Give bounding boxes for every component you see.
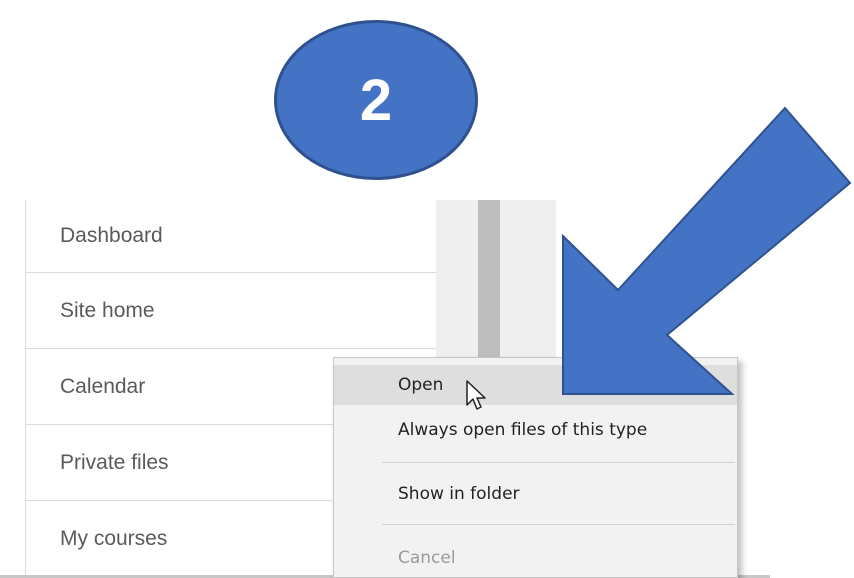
mouse-pointer-icon bbox=[466, 380, 486, 410]
menu-item-always-open[interactable]: Always open files of this type bbox=[334, 420, 737, 440]
nav-item-site-home[interactable]: Site home bbox=[26, 273, 437, 349]
nav-item-label: My courses bbox=[60, 526, 168, 550]
scrollbar-thumb[interactable] bbox=[478, 200, 500, 360]
nav-item-label: Site home bbox=[60, 298, 155, 322]
nav-item-label: Calendar bbox=[60, 374, 146, 398]
menu-item-open[interactable]: Open bbox=[334, 365, 737, 405]
nav-item-dashboard[interactable]: Dashboard bbox=[26, 200, 437, 273]
menu-separator bbox=[382, 462, 735, 463]
menu-item-cancel[interactable]: Cancel bbox=[334, 548, 737, 568]
menu-separator bbox=[382, 524, 735, 525]
menu-item-show-in-folder[interactable]: Show in folder bbox=[334, 484, 737, 504]
step-number: 2 bbox=[359, 67, 393, 133]
nav-item-label: Dashboard bbox=[60, 224, 163, 247]
download-context-menu: Open Always open files of this type Show… bbox=[333, 357, 738, 578]
nav-item-label: Private files bbox=[60, 450, 169, 474]
step-number-badge: 2 bbox=[274, 20, 478, 180]
